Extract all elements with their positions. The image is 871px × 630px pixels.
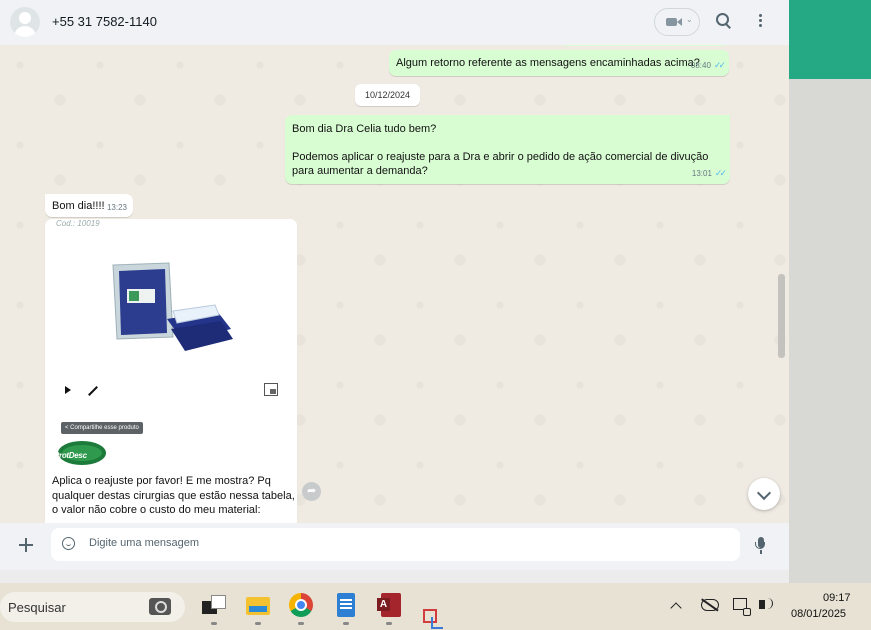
running-indicator [298, 622, 304, 625]
share-product-label: Compartilhe esse produto [70, 425, 139, 431]
message-input[interactable]: Digite uma mensagem [51, 528, 740, 561]
cloud-offline-icon[interactable] [701, 599, 719, 611]
file-explorer-icon[interactable] [246, 593, 270, 617]
chrome-icon[interactable] [289, 593, 313, 617]
message-time: 13:01 [691, 169, 712, 178]
mic-stem [760, 550, 762, 554]
search-icon[interactable] [714, 11, 734, 31]
message-time: 13:23 [106, 203, 127, 212]
date-separator: 10/12/2024 [355, 84, 420, 106]
scroll-to-bottom-button[interactable] [748, 478, 780, 510]
attach-plus-icon[interactable] [18, 537, 34, 553]
message-text: Bom dia Dra Celia tudo bem? [292, 123, 437, 135]
clock-time[interactable]: 09:17 [823, 592, 851, 604]
running-indicator [211, 622, 217, 625]
chat-header: +55 31 7582-1140 ⌄ [0, 0, 789, 46]
chat-window: +55 31 7582-1140 ⌄ Algum retorno referen… [0, 0, 789, 570]
message-input-placeholder: Digite uma mensagem [89, 537, 200, 549]
side-background [789, 79, 871, 583]
emoji-sticker-icon[interactable] [62, 537, 75, 550]
message-outgoing[interactable]: Bom dia Dra Celia tudo bem? Podemos apli… [285, 115, 730, 184]
logo-text: ProtDesc [54, 451, 87, 460]
message-outgoing[interactable]: Algum retorno referente as mensagens enc… [389, 50, 729, 76]
product-code: Cod.: 10019 [56, 219, 100, 228]
message-meta: 13:01 ✓✓ [691, 166, 727, 181]
mic-cup [755, 542, 765, 549]
taskbar-search-label: Pesquisar [8, 600, 66, 615]
video-call-button[interactable]: ⌄ [654, 8, 700, 36]
running-indicator [255, 622, 261, 625]
forward-icon[interactable]: ➦ [302, 482, 321, 501]
message-incoming[interactable]: Bom dia!!!! 13:23 [45, 194, 133, 217]
access-icon[interactable]: A [377, 593, 401, 617]
picture-in-picture-icon[interactable] [264, 383, 278, 396]
microphone-icon[interactable] [755, 537, 767, 555]
avatar-head [19, 12, 31, 24]
avatar[interactable] [10, 7, 40, 37]
running-indicator [343, 622, 349, 625]
taskbar-search[interactable]: Pesquisar [0, 592, 185, 622]
network-icon[interactable] [733, 598, 751, 616]
running-indicator [386, 622, 392, 625]
clock-date[interactable]: 08/01/2025 [791, 608, 846, 620]
message-composer: Digite uma mensagem [0, 523, 789, 570]
share-product-tag[interactable]: < Compartilhe esse produto [61, 422, 143, 434]
message-text: Algum retorno referente as mensagens enc… [396, 57, 700, 69]
notepad-icon[interactable] [334, 593, 358, 617]
previous-bubble-edge [562, 45, 728, 46]
menu-icon[interactable] [752, 12, 768, 32]
snipping-tool-icon[interactable] [421, 608, 443, 629]
message-text: Bom dia!!!! [52, 200, 105, 212]
read-ticks-icon: ✓✓ [714, 168, 727, 178]
contact-name[interactable]: +55 31 7582-1140 [52, 14, 157, 29]
product-image[interactable] [107, 259, 237, 359]
camera-icon [149, 598, 171, 615]
message-incoming-media[interactable]: Cod.: 10019 < Compartilhe esse produto P… [45, 219, 297, 523]
speaker-icon[interactable] [759, 598, 773, 609]
chat-scrollbar[interactable] [778, 274, 785, 358]
video-camera-lens [677, 18, 682, 26]
task-view-icon[interactable] [202, 593, 226, 617]
green-header-band [789, 0, 871, 79]
play-icon[interactable] [65, 386, 71, 394]
message-text: Aplica o reajuste por favor! E me mostra… [52, 475, 295, 516]
message-time: 08:40 [690, 61, 711, 70]
search-icon-handle [725, 23, 731, 29]
avatar-body [14, 26, 36, 37]
message-list[interactable]: Algum retorno referente as mensagens enc… [0, 45, 789, 523]
chevron-down-icon: ⌄ [686, 15, 693, 24]
read-ticks-icon: ✓✓ [713, 60, 726, 70]
message-meta: 08:40 ✓✓ [690, 58, 726, 73]
expand-icon[interactable] [88, 386, 98, 396]
video-camera-icon [666, 18, 677, 26]
message-text: Podemos aplicar o reajuste para a Dra e … [292, 151, 709, 177]
